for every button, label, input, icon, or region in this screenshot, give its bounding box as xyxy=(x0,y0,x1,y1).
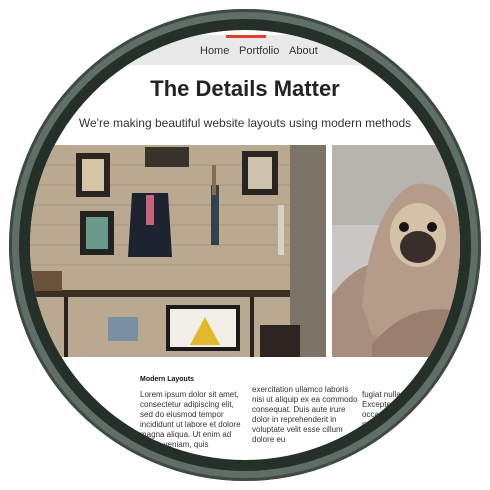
section-heading: Modern Layouts xyxy=(140,376,195,383)
pug-blanket-image xyxy=(332,145,460,357)
top-nav: Home Portfolio About xyxy=(30,35,460,65)
nav-accent-bar xyxy=(226,35,266,38)
text-column-1: Lorem ipsum dolor sit amet, consectetur … xyxy=(140,390,241,449)
hero-title: The Details Matter xyxy=(150,76,340,101)
nav-about-link[interactable]: About xyxy=(289,45,318,57)
nav-home-link[interactable]: Home xyxy=(200,45,229,57)
website-preview: Home Portfolio About The Details Matter … xyxy=(30,30,460,460)
text-column-2: exercitation ullamco laboris nisi ut ali… xyxy=(252,385,358,444)
nav-portfolio-link[interactable]: Portfolio xyxy=(239,45,279,57)
magnifier-lens: Home Portfolio About The Details Matter … xyxy=(30,30,460,460)
hero-subtitle: We're making beautiful website layouts u… xyxy=(78,116,412,130)
text-column-3: fugiat nulla pariatur. Excepteur sint oc… xyxy=(362,390,432,429)
shop-interior-image xyxy=(30,145,326,357)
